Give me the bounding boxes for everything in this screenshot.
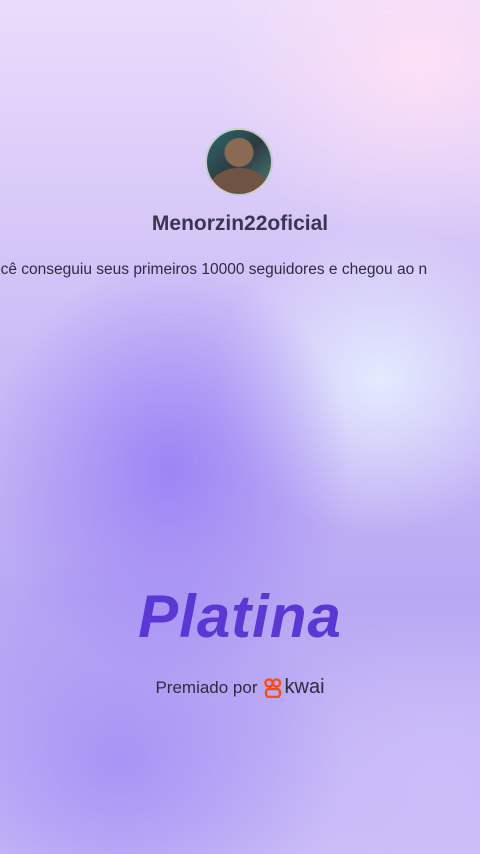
achievement-title: Platina — [138, 583, 342, 650]
awarded-by: Premiado por kwai — [0, 676, 480, 699]
awarded-by-label: Premiado por — [155, 677, 258, 697]
profile-username: Menorzin22oficial — [151, 212, 329, 235]
profile-avatar — [205, 128, 273, 196]
milestone-message: ocê conseguiu seus primeiros 10000 segui… — [0, 261, 428, 278]
kwai-icon — [263, 677, 281, 698]
kwai-wordmark: kwai — [284, 676, 325, 698]
kwai-logo: kwai — [263, 676, 325, 699]
